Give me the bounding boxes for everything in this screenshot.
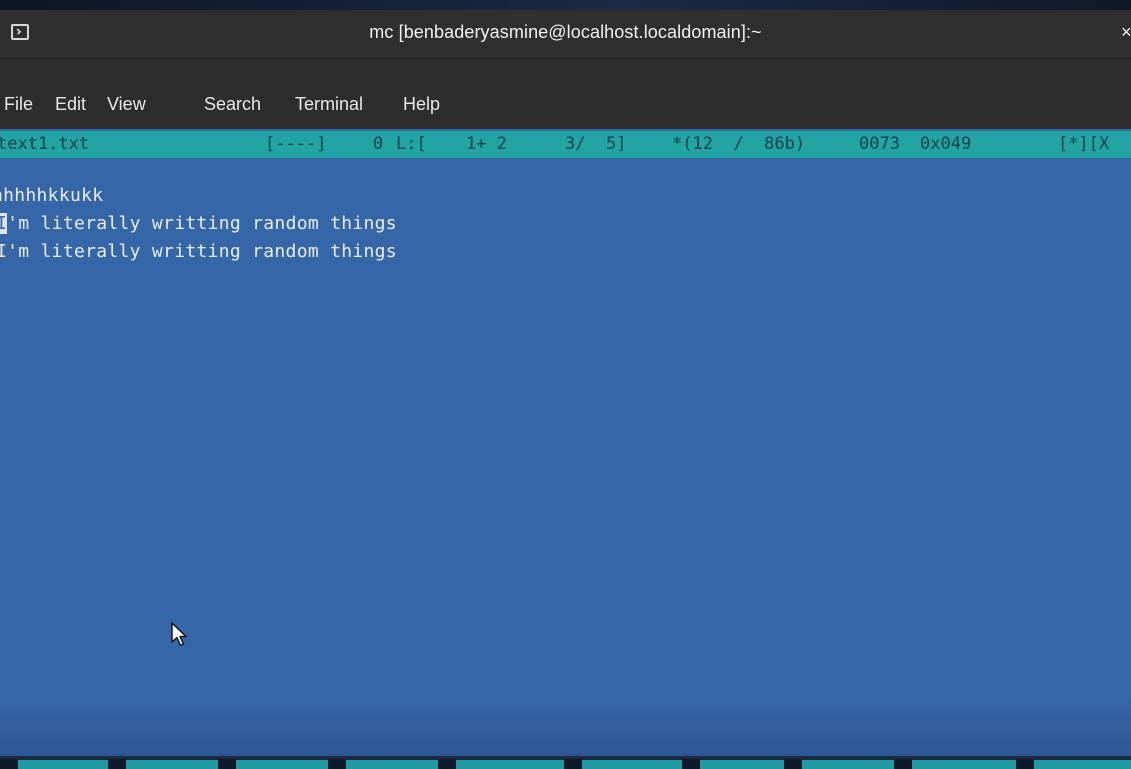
status-bytes: *(12 / 86b)	[672, 134, 806, 154]
window-titlebar[interactable]: mc [benbaderyasmine@localhost.localdomai…	[0, 10, 1131, 59]
menu-bar: File Edit View Search Terminal Help	[0, 59, 1131, 129]
window-title: mc [benbaderyasmine@localhost.localdomai…	[369, 22, 762, 42]
fnkey-10[interactable]	[1016, 759, 1034, 769]
editor-line-2[interactable]: I'm literally writting random things	[0, 213, 397, 234]
status-line-position: 1+ 2	[466, 134, 507, 154]
fnkey-4[interactable]	[328, 759, 346, 769]
fnkey-7[interactable]	[682, 759, 700, 769]
fnkey-6-label[interactable]	[582, 760, 682, 769]
mouse-pointer-icon	[171, 622, 187, 647]
status-column: 0	[373, 134, 384, 154]
menu-view[interactable]: View	[107, 94, 146, 115]
fnkey-2-label[interactable]	[126, 760, 218, 769]
status-line-total: 3/ 5]	[565, 134, 627, 154]
status-flags: [----]	[265, 134, 327, 154]
fnkey-1[interactable]	[0, 759, 18, 769]
status-char-hex: 0x049	[920, 134, 972, 154]
fnkey-5-label[interactable]	[456, 760, 564, 769]
fnkey-6[interactable]	[564, 759, 582, 769]
fnkey-5[interactable]	[438, 759, 456, 769]
fnkey-3[interactable]	[218, 759, 236, 769]
screen: mc [benbaderyasmine@localhost.localdomai…	[0, 0, 1131, 769]
editor-bottom-area	[0, 700, 1131, 756]
menu-search[interactable]: Search	[204, 94, 261, 115]
editor-status-line: text1.txt [----] 0 L:[ 1+ 2 3/ 5] *(12 /…	[0, 131, 1131, 158]
desktop-background-strip	[0, 0, 1131, 10]
menu-terminal[interactable]: Terminal	[295, 94, 363, 115]
fnkey-10-label[interactable]	[1034, 760, 1131, 769]
editor-line-3[interactable]: I'm literally writting random things	[0, 241, 397, 262]
fnkey-1-label[interactable]	[18, 760, 108, 769]
editor-line-2-rest: 'm literally writting random things	[7, 213, 397, 234]
fnkey-4-label[interactable]	[346, 760, 438, 769]
close-icon[interactable]: ×	[1121, 22, 1131, 44]
fnkey-9-label[interactable]	[912, 760, 1016, 769]
editor-line-1[interactable]: hhhhhkkukk	[0, 185, 103, 206]
menu-file[interactable]: File	[4, 94, 33, 115]
status-char-decimal: 0073	[859, 134, 900, 154]
function-key-bar	[0, 756, 1131, 769]
menu-help[interactable]: Help	[403, 94, 440, 115]
status-right-flags: [*][X	[1058, 134, 1110, 154]
fnkey-9[interactable]	[894, 759, 912, 769]
fnkey-3-label[interactable]	[236, 760, 328, 769]
status-line-label: L:[	[396, 134, 427, 154]
fnkey-8-label[interactable]	[802, 760, 894, 769]
fnkey-7-label[interactable]	[700, 760, 784, 769]
fnkey-8[interactable]	[784, 759, 802, 769]
status-filename: text1.txt	[0, 134, 90, 154]
fnkey-2[interactable]	[108, 759, 126, 769]
menu-edit[interactable]: Edit	[55, 94, 86, 115]
